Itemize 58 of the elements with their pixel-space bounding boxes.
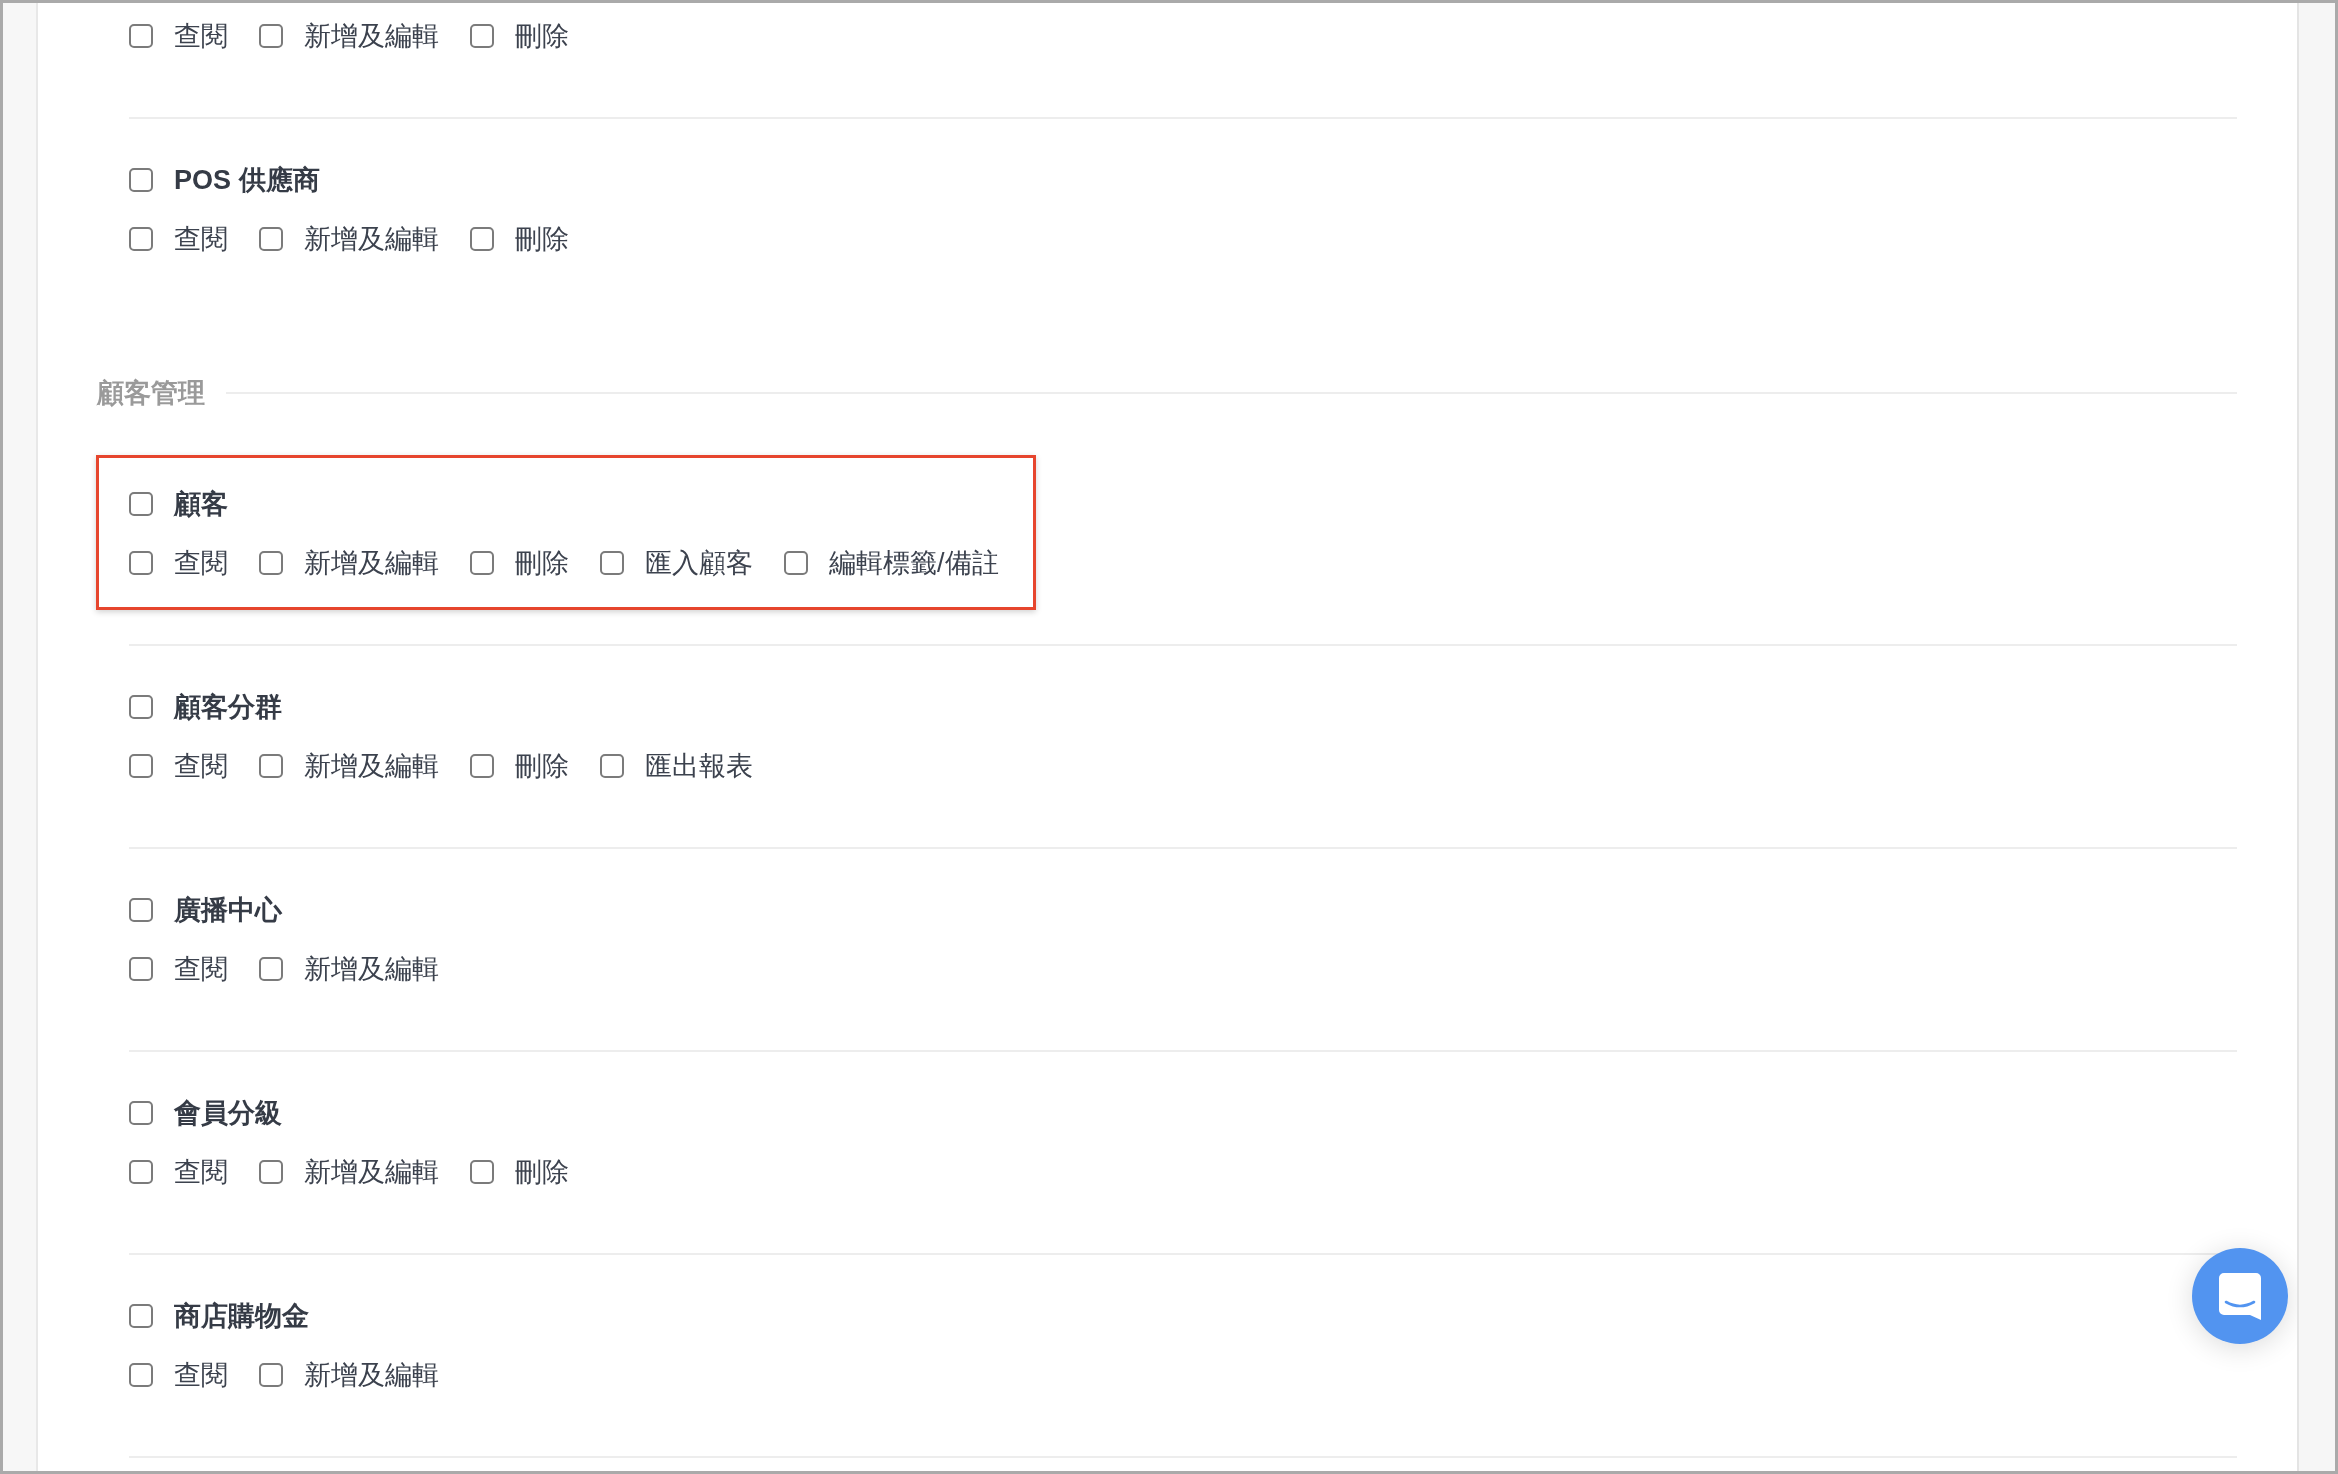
checkbox[interactable]	[129, 754, 153, 778]
checkbox[interactable]	[259, 1160, 283, 1184]
checkbox[interactable]	[129, 1160, 153, 1184]
module-title: 顧客	[174, 487, 228, 521]
permission-label: 刪除	[515, 222, 569, 256]
module-title: 廣播中心	[174, 893, 282, 927]
module-title: 商店購物金	[174, 1299, 309, 1333]
section-heading: 顧客管理	[97, 376, 205, 410]
permission-label: 匯出報表	[645, 749, 753, 783]
permission-label: 刪除	[515, 749, 569, 783]
checkbox[interactable]	[129, 168, 153, 192]
checkbox[interactable]	[470, 1160, 494, 1184]
permission-label: 刪除	[515, 19, 569, 53]
permission-label: 查閱	[174, 546, 228, 580]
permission-label: 新增及編輯	[304, 952, 439, 986]
checkbox[interactable]	[470, 24, 494, 48]
permission-label: 查閱	[174, 1358, 228, 1392]
permission-label: 查閱	[174, 1155, 228, 1189]
module-title: 顧客分群	[174, 690, 282, 724]
module-title: POS 供應商	[174, 163, 320, 197]
checkbox[interactable]	[129, 492, 153, 516]
permission-label: 刪除	[515, 546, 569, 580]
checkbox[interactable]	[129, 24, 153, 48]
permission-label: 查閱	[174, 952, 228, 986]
permission-label: 新增及編輯	[304, 1155, 439, 1189]
permission-label: 新增及編輯	[304, 1358, 439, 1392]
checkbox[interactable]	[470, 227, 494, 251]
checkbox[interactable]	[600, 551, 624, 575]
chat-bubble-icon	[2219, 1272, 2261, 1320]
checkbox[interactable]	[259, 1363, 283, 1387]
permission-label: 匯入顧客	[645, 546, 753, 580]
permission-label: 查閱	[174, 222, 228, 256]
checkbox[interactable]	[784, 551, 808, 575]
checkbox[interactable]	[470, 551, 494, 575]
checkbox[interactable]	[259, 754, 283, 778]
checkbox[interactable]	[129, 1101, 153, 1125]
checkbox[interactable]	[129, 957, 153, 981]
checkbox[interactable]	[129, 1363, 153, 1387]
checkbox[interactable]	[259, 227, 283, 251]
permission-label: 新增及編輯	[304, 749, 439, 783]
checkbox[interactable]	[129, 695, 153, 719]
module-title: 會員分級	[174, 1096, 282, 1130]
checkbox[interactable]	[129, 1304, 153, 1328]
checkbox[interactable]	[129, 227, 153, 251]
checkbox[interactable]	[129, 898, 153, 922]
permission-label: 編輯標籤/備註	[829, 546, 999, 580]
permission-label: 新增及編輯	[304, 222, 439, 256]
checkbox[interactable]	[259, 24, 283, 48]
permission-label: 查閱	[174, 19, 228, 53]
permission-label: 刪除	[515, 1155, 569, 1189]
permission-label: 查閱	[174, 749, 228, 783]
checkbox[interactable]	[129, 551, 153, 575]
checkbox[interactable]	[259, 551, 283, 575]
permission-label: 新增及編輯	[304, 19, 439, 53]
checkbox[interactable]	[600, 754, 624, 778]
checkbox[interactable]	[259, 957, 283, 981]
checkbox[interactable]	[470, 754, 494, 778]
permission-label: 新增及編輯	[304, 546, 439, 580]
